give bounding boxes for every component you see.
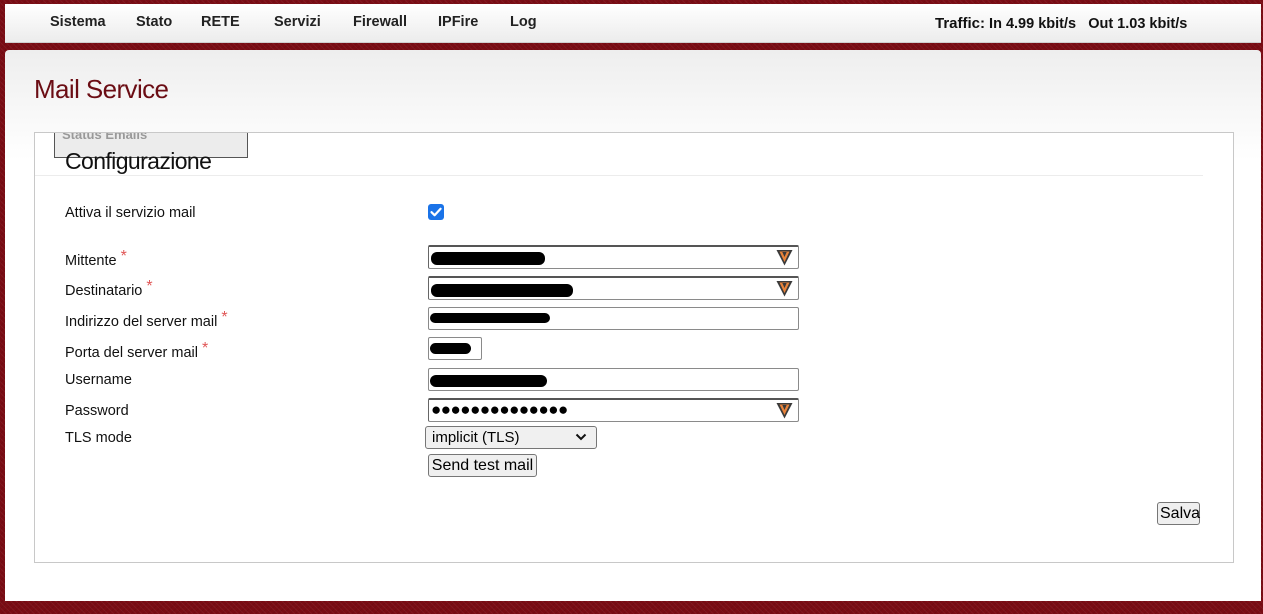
menu-item-rete[interactable]: RETE xyxy=(201,14,240,30)
menu-item-firewall[interactable]: Firewall xyxy=(353,14,407,30)
tls-mode-value: implicit (TLS) xyxy=(432,429,520,446)
tab-status-emails-label: Status Emails xyxy=(62,133,148,142)
username-field[interactable] xyxy=(428,368,799,391)
enable-label: Attiva il servizio mail xyxy=(65,205,196,221)
traffic-in: In 4.99 kbit/s xyxy=(989,16,1077,32)
recipient-label: Destinatario * xyxy=(65,278,153,300)
sender-label-text: Mittente xyxy=(65,253,117,269)
redacted-value xyxy=(430,375,547,387)
chevron-down-icon xyxy=(575,433,587,441)
main-content: Mail Service Status Emails Configurazion… xyxy=(5,50,1261,601)
recipient-field[interactable] xyxy=(428,276,799,300)
tls-mode-select[interactable]: implicit (TLS) xyxy=(425,426,597,449)
server-address-field[interactable] xyxy=(428,307,799,330)
menu-item-servizi[interactable]: Servizi xyxy=(274,14,321,30)
sender-field[interactable] xyxy=(428,245,799,269)
redacted-value xyxy=(431,284,573,297)
password-field[interactable]: ●●●●●●●●●●●●●● xyxy=(428,398,799,422)
traffic-out: Out 1.03 kbit/s xyxy=(1088,16,1188,32)
redacted-value xyxy=(430,343,471,354)
redacted-value xyxy=(431,252,545,265)
password-manager-icon[interactable] xyxy=(776,402,793,419)
port-label-text: Porta del server mail xyxy=(65,345,198,361)
tls-label: TLS mode xyxy=(65,430,132,446)
password-manager-icon[interactable] xyxy=(776,249,793,266)
redacted-value xyxy=(430,313,550,323)
save-button[interactable]: Salva xyxy=(1157,502,1200,525)
port-field[interactable] xyxy=(428,337,482,360)
menu-item-stato[interactable]: Stato xyxy=(136,14,172,30)
recipient-label-text: Destinatario xyxy=(65,283,143,299)
traffic-label: Traffic: xyxy=(935,15,986,32)
enable-checkbox[interactable] xyxy=(428,204,444,220)
send-test-mail-button[interactable]: Send test mail xyxy=(428,454,537,477)
menu-item-ipfire[interactable]: IPFire xyxy=(438,14,478,30)
required-marker: * xyxy=(120,248,127,265)
password-label: Password xyxy=(65,403,129,419)
port-label: Porta del server mail * xyxy=(65,340,208,362)
section-title: Configurazione xyxy=(65,148,212,174)
required-marker: * xyxy=(201,340,209,357)
server-label: Indirizzo del server mail * xyxy=(65,309,228,331)
traffic-indicator: Traffic: In 4.99 kbit/s Out 1.03 kbit/s xyxy=(935,15,1187,32)
username-label: Username xyxy=(65,372,132,388)
config-panel: Status Emails Configurazione Attiva il s… xyxy=(34,132,1234,563)
top-menu-bar: Sistema Stato RETE Servizi Firewall IPFi… xyxy=(5,4,1261,43)
server-label-text: Indirizzo del server mail xyxy=(65,314,218,330)
password-mask: ●●●●●●●●●●●●●● xyxy=(431,400,568,419)
required-marker: * xyxy=(221,309,228,326)
menu-item-sistema[interactable]: Sistema xyxy=(50,14,106,30)
password-manager-icon[interactable] xyxy=(776,280,793,297)
section-divider xyxy=(35,175,1203,176)
sender-label: Mittente * xyxy=(65,248,127,270)
menu-item-log[interactable]: Log xyxy=(510,14,537,30)
required-marker: * xyxy=(146,278,153,295)
page-title: Mail Service xyxy=(34,74,169,104)
check-icon xyxy=(430,207,442,217)
